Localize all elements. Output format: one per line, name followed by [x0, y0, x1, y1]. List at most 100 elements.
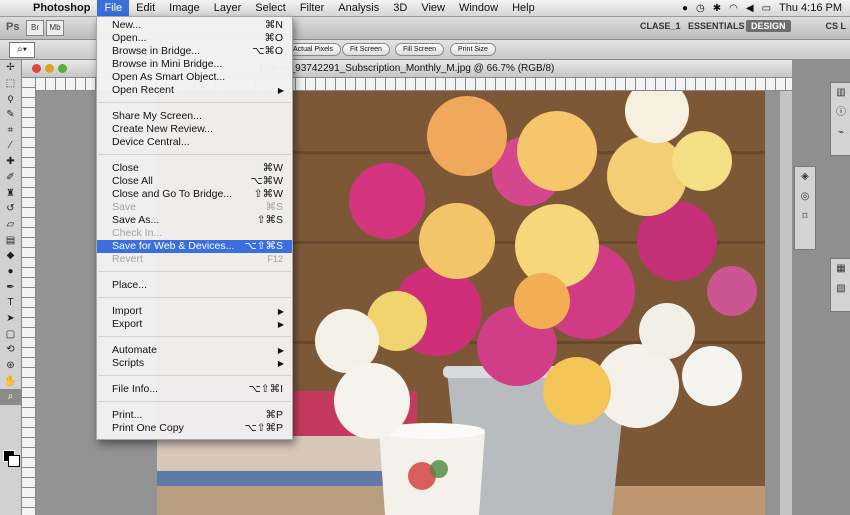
styles-panel-icon[interactable]: ▧ — [831, 279, 850, 299]
menu-edit[interactable]: Edit — [129, 0, 162, 16]
tools-panel: ✢ ⬚ ϙ ✎ ⌗ ⁄ ✚ ✐ ♜ ↺ ▱ ▤ ◆ ● ✒ T ➤ ▢ ⟲ ⊛ … — [0, 60, 22, 515]
menu-item-export[interactable]: Export ▶ — [97, 318, 292, 331]
shape-tool-icon[interactable]: ▢ — [0, 327, 21, 343]
menu-view[interactable]: View — [414, 0, 452, 16]
menu-item-browse-mini-bridge[interactable]: Browse in Mini Bridge... — [97, 58, 292, 71]
menu-item-close[interactable]: Close ⌘W — [97, 162, 292, 175]
crop-tool-icon[interactable]: ⌗ — [0, 123, 21, 139]
layers-panel-icon[interactable]: ◈ — [795, 167, 815, 187]
swatches-panel-icon[interactable]: ▦ — [831, 259, 850, 279]
menu-item-import[interactable]: Import ▶ — [97, 305, 292, 318]
menu-item-create-review[interactable]: Create New Review... — [97, 123, 292, 136]
close-window-icon[interactable] — [32, 64, 41, 73]
menu-item-open-recent[interactable]: Open Recent ▶ — [97, 84, 292, 97]
path-select-tool-icon[interactable]: ➤ — [0, 311, 21, 327]
status-wifi-icon[interactable]: ◠ — [725, 3, 742, 14]
menu-separator — [98, 375, 291, 376]
menu-item-share-screen[interactable]: Share My Screen... — [97, 110, 292, 123]
minimize-window-icon[interactable] — [45, 64, 54, 73]
menu-item-close-go-bridge[interactable]: Close and Go To Bridge... ⇧⌘W — [97, 188, 292, 201]
menu-help[interactable]: Help — [505, 0, 542, 16]
eyedropper-tool-icon[interactable]: ⁄ — [0, 138, 21, 154]
status-volume-icon[interactable]: ◀ — [742, 3, 758, 14]
book-cream — [157, 436, 417, 471]
submenu-arrow-icon: ▶ — [277, 320, 284, 329]
menu-window[interactable]: Window — [452, 0, 505, 16]
menu-item-close-all[interactable]: Close All ⌥⌘W — [97, 175, 292, 188]
menu-item-place[interactable]: Place... — [97, 279, 292, 292]
bridge-button[interactable]: Br — [26, 20, 44, 36]
fill-screen-button[interactable]: Fill Screen — [395, 43, 445, 56]
pen-tool-icon[interactable]: ✒ — [0, 280, 21, 296]
menu-item-open-smart-object[interactable]: Open As Smart Object... — [97, 71, 292, 84]
menu-filter[interactable]: Filter — [293, 0, 331, 16]
cs-live-button[interactable]: CS L — [825, 21, 846, 31]
ps-logo: Ps — [6, 21, 20, 33]
menu-clock[interactable]: Thu 4:16 PM — [775, 2, 850, 14]
menu-item-device-central[interactable]: Device Central... — [97, 136, 292, 149]
menu-item-scripts[interactable]: Scripts ▶ — [97, 357, 292, 370]
menu-item-new[interactable]: New... ⌘N — [97, 19, 292, 32]
healing-brush-tool-icon[interactable]: ✚ — [0, 154, 21, 170]
status-battery-icon[interactable]: ▭ — [758, 3, 775, 14]
blur-tool-icon[interactable]: ◆ — [0, 248, 21, 264]
menu-image[interactable]: Image — [162, 0, 207, 16]
3d-orbit-tool-icon[interactable]: ⊛ — [0, 358, 21, 374]
status-skype-icon[interactable]: ● — [678, 3, 692, 14]
histogram-panel-icon[interactable]: ▥ — [831, 83, 850, 103]
menu-item-open[interactable]: Open... ⌘O — [97, 32, 292, 45]
panel-group-top: ▥ ⓘ ⌁ — [830, 82, 850, 156]
type-tool-icon[interactable]: T — [0, 295, 21, 311]
zoom-tool-icon[interactable]: ⌕ — [0, 389, 21, 406]
dodge-tool-icon[interactable]: ● — [0, 264, 21, 280]
workspace-essentials[interactable]: ESSENTIALS — [688, 21, 745, 31]
menu-app-name[interactable]: Photoshop — [26, 0, 97, 16]
menu-item-check-in: Check In... — [112, 227, 163, 239]
window-controls — [32, 64, 67, 73]
history-brush-tool-icon[interactable]: ↺ — [0, 201, 21, 217]
hand-tool-icon[interactable]: ✋ — [0, 374, 21, 390]
status-timemachine-icon[interactable]: ◷ — [692, 3, 709, 14]
menu-item-automate[interactable]: Automate ▶ — [97, 344, 292, 357]
menu-item-file-info[interactable]: File Info... ⌥⇧⌘I — [97, 383, 292, 396]
workspace-clase1[interactable]: CLASE_1 — [640, 21, 681, 31]
move-tool-icon[interactable]: ✢ — [0, 60, 21, 76]
status-bluetooth-icon[interactable]: ✱ — [709, 3, 725, 14]
submenu-arrow-icon: ▶ — [277, 359, 284, 368]
menu-item-browse-bridge[interactable]: Browse in Bridge... ⌥⌘O — [97, 45, 292, 58]
menu-separator — [98, 336, 291, 337]
menu-select[interactable]: Select — [248, 0, 293, 16]
menu-layer[interactable]: Layer — [207, 0, 249, 16]
menu-analysis[interactable]: Analysis — [331, 0, 386, 16]
lasso-tool-icon[interactable]: ϙ — [0, 91, 21, 107]
adjustments-panel-icon[interactable]: ⌁ — [831, 123, 850, 143]
print-size-button[interactable]: Print Size — [450, 43, 496, 56]
menu-3d[interactable]: 3D — [386, 0, 414, 16]
document-title: Fotolia_93742291_Subscription_Monthly_M.… — [259, 63, 555, 74]
clone-stamp-tool-icon[interactable]: ♜ — [0, 186, 21, 202]
menu-item-save-for-web[interactable]: Save for Web & Devices... ⌥⇧⌘S — [97, 240, 292, 253]
menu-item-save-as[interactable]: Save As... ⇧⌘S — [97, 214, 292, 227]
menu-file[interactable]: File — [97, 0, 130, 16]
zoom-window-icon[interactable] — [58, 64, 67, 73]
menu-item-print[interactable]: Print... ⌘P — [97, 409, 292, 422]
actual-pixels-button[interactable]: Actual Pixels — [285, 43, 342, 56]
workspace-design[interactable]: DESIGN — [746, 20, 791, 32]
gradient-tool-icon[interactable]: ▤ — [0, 233, 21, 249]
vertical-ruler[interactable] — [22, 78, 36, 515]
3d-rotate-tool-icon[interactable]: ⟲ — [0, 342, 21, 358]
quick-select-tool-icon[interactable]: ✎ — [0, 107, 21, 123]
info-panel-icon[interactable]: ⓘ — [831, 103, 850, 123]
marquee-tool-icon[interactable]: ⬚ — [0, 76, 21, 92]
transform-panel-icon[interactable]: ⌑ — [795, 207, 815, 227]
channels-panel-icon[interactable]: ◎ — [795, 187, 815, 207]
brush-tool-icon[interactable]: ✐ — [0, 170, 21, 186]
eraser-tool-icon[interactable]: ▱ — [0, 217, 21, 233]
vertical-scrollbar[interactable] — [780, 91, 792, 515]
menu-item-print-one-copy[interactable]: Print One Copy ⌥⇧⌘P — [97, 422, 292, 435]
zoom-tool-preset-icon[interactable]: ⌕▾ — [9, 42, 35, 58]
mini-bridge-button[interactable]: Mb — [46, 20, 64, 36]
panel-group-bottom: ▦ ▧ — [830, 258, 850, 312]
background-color-swatch[interactable] — [8, 455, 20, 467]
fit-screen-button[interactable]: Fit Screen — [342, 43, 390, 56]
